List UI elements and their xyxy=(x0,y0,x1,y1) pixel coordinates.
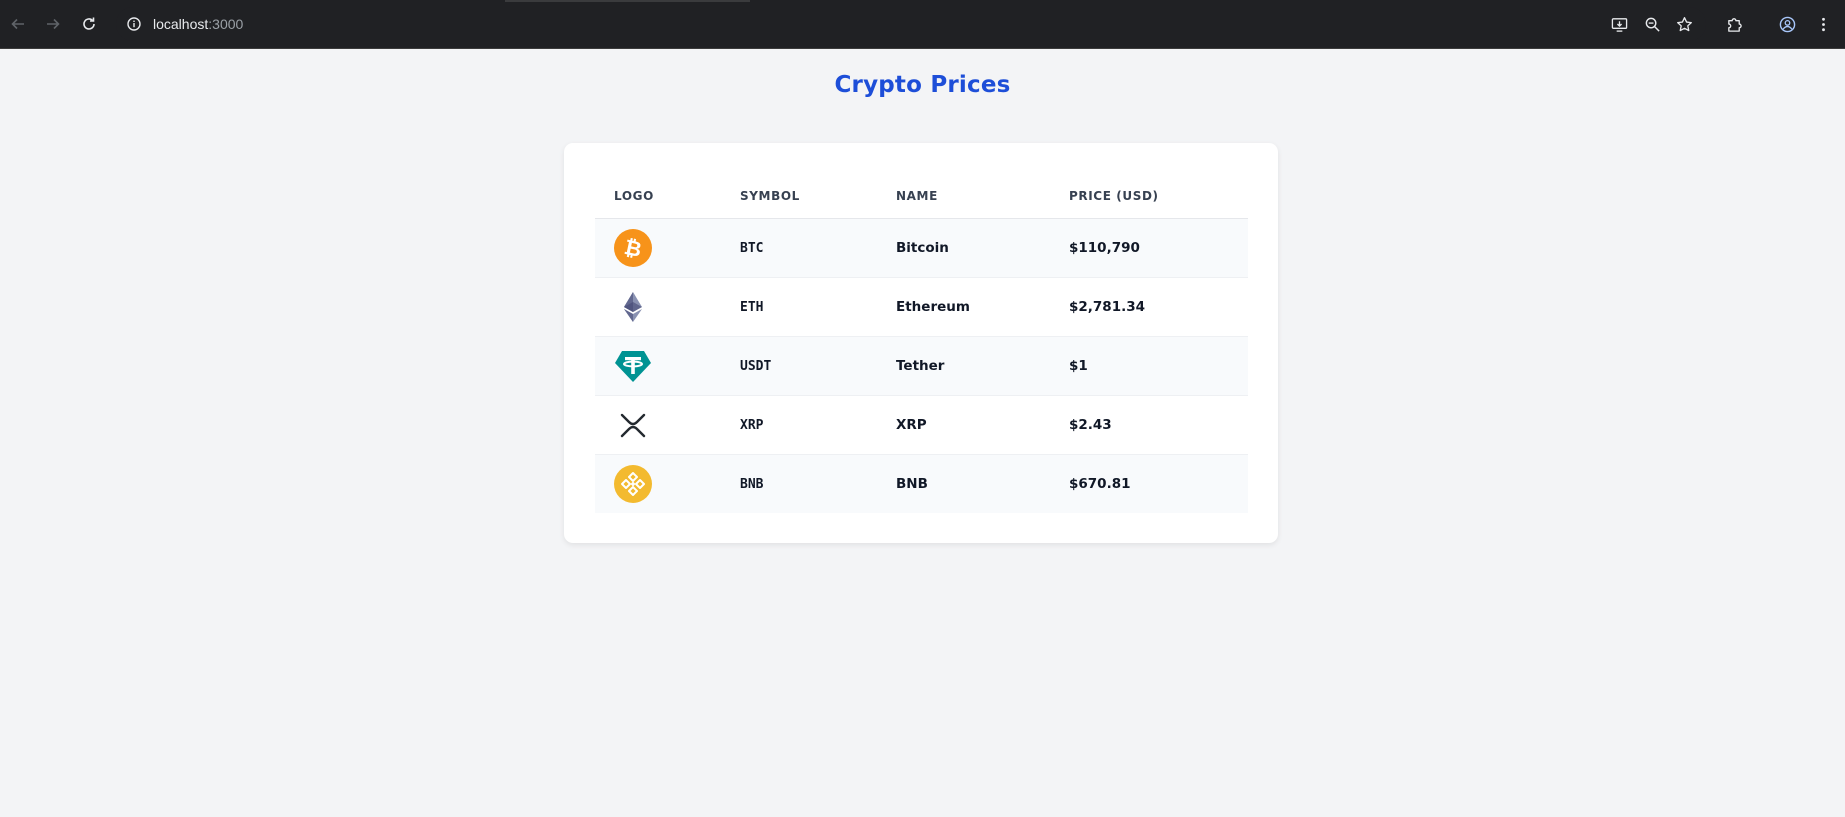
logo-cell xyxy=(595,454,740,513)
name-cell: BNB xyxy=(896,454,1069,513)
arrow-right-icon xyxy=(47,18,60,30)
puzzle-icon xyxy=(1727,17,1742,32)
symbol-cell: ETH xyxy=(740,277,896,337)
url-host: localhost xyxy=(153,16,209,32)
header-symbol: SYMBOL xyxy=(740,174,896,219)
header-logo: LOGO xyxy=(595,174,740,219)
site-info-icon[interactable] xyxy=(126,16,142,32)
browser-toolbar: localhost:3000 xyxy=(0,0,1845,49)
name-cell: Bitcoin xyxy=(896,218,1069,278)
table-row: ₿ BTC Bitcoin $110,790 xyxy=(595,218,1248,278)
symbol-cell: USDT xyxy=(740,336,896,396)
bnb-icon xyxy=(614,465,652,503)
page-title: Crypto Prices xyxy=(834,72,1011,98)
price-cell: $2,781.34 xyxy=(1069,277,1248,337)
zoom-button[interactable] xyxy=(1641,13,1663,35)
symbol-cell: BTC xyxy=(740,218,896,278)
name-cell: XRP xyxy=(896,395,1069,455)
prices-table: LOGO SYMBOL NAME PRICE (USD) ₿ BTC Bitco… xyxy=(595,174,1248,513)
symbol-cell: XRP xyxy=(740,395,896,455)
profile-button[interactable] xyxy=(1776,13,1798,35)
address-bar[interactable]: localhost:3000 xyxy=(116,7,1706,41)
bookmark-button[interactable] xyxy=(1673,13,1695,35)
browser-menu-button[interactable] xyxy=(1812,13,1834,35)
symbol-cell: BNB xyxy=(740,454,896,513)
name-cell: Tether xyxy=(896,336,1069,396)
ethereum-icon xyxy=(624,292,642,322)
extensions-button[interactable] xyxy=(1723,13,1745,35)
logo-cell: ₿ xyxy=(595,218,740,278)
url-port: :3000 xyxy=(208,16,244,32)
tether-icon xyxy=(615,351,651,382)
reload-button[interactable] xyxy=(78,13,100,35)
tab-strip-edge xyxy=(505,0,750,2)
table-row: BNB BNB $670.81 xyxy=(595,454,1248,513)
reload-icon xyxy=(83,17,95,30)
prices-card: LOGO SYMBOL NAME PRICE (USD) ₿ BTC Bitco… xyxy=(564,143,1278,543)
url-text[interactable]: localhost:3000 xyxy=(153,15,243,33)
star-icon xyxy=(1676,16,1692,31)
zoom-out-icon xyxy=(1645,17,1660,32)
logo-cell xyxy=(595,277,740,337)
price-cell: $2.43 xyxy=(1069,395,1248,455)
logo-cell xyxy=(595,336,740,396)
price-cell: $110,790 xyxy=(1069,218,1248,278)
arrow-left-icon xyxy=(11,18,24,30)
back-button[interactable] xyxy=(7,13,29,35)
forward-button[interactable] xyxy=(42,13,64,35)
name-cell: Ethereum xyxy=(896,277,1069,337)
price-cell: $670.81 xyxy=(1069,454,1248,513)
bitcoin-icon: ₿ xyxy=(614,229,652,267)
header-name: NAME xyxy=(896,174,1069,219)
table-header-row: LOGO SYMBOL NAME PRICE (USD) xyxy=(595,174,1248,219)
header-price: PRICE (USD) xyxy=(1069,174,1248,219)
install-app-icon xyxy=(1611,17,1627,32)
install-app-button[interactable] xyxy=(1608,13,1630,35)
table-row: XRP XRP $2.43 xyxy=(595,395,1248,455)
table-row: USDT Tether $1 xyxy=(595,336,1248,396)
more-vert-icon xyxy=(1821,17,1825,31)
logo-cell xyxy=(595,395,740,455)
xrp-icon xyxy=(620,413,646,438)
account-icon xyxy=(1779,16,1795,32)
table-row: ETH Ethereum $2,781.34 xyxy=(595,277,1248,337)
price-cell: $1 xyxy=(1069,336,1248,396)
